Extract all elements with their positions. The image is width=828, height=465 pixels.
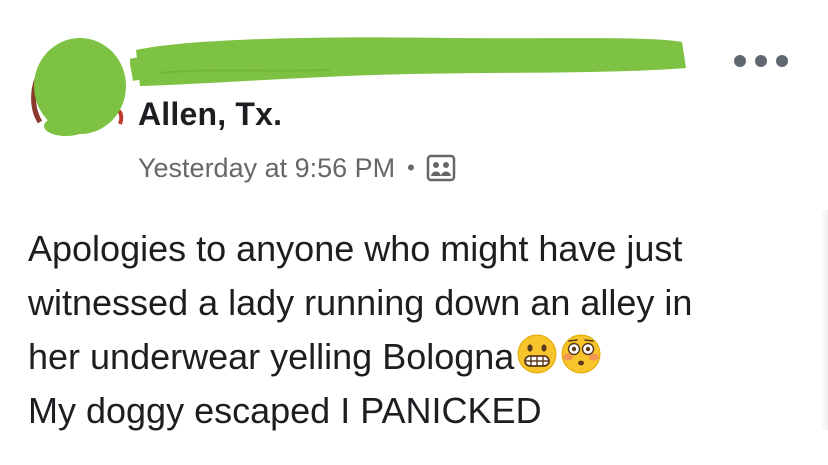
post-location[interactable]: Allen, Tx. (138, 96, 282, 133)
post-body: Apologies to anyone who might have just … (28, 222, 798, 438)
post-line-2: witnessed a lady running down an alley i… (28, 282, 693, 323)
post-card: Allen, Tx. Yesterday at 9:56 PM • Apolog… (0, 0, 828, 465)
post-line-3-container: her underwear yelling Bologna (28, 330, 798, 384)
post-timestamp[interactable]: Yesterday at 9:56 PM (138, 153, 395, 184)
meta-separator: • (407, 155, 415, 180)
grimacing-face-emoji (516, 333, 558, 375)
flushed-face-emoji (560, 333, 602, 375)
scroll-edge (820, 210, 828, 430)
avatar-redacted[interactable] (26, 36, 130, 140)
post-line-3: her underwear yelling Bologna (28, 336, 515, 377)
more-dot (734, 55, 746, 67)
more-dot (776, 55, 788, 67)
post-line-1: Apologies to anyone who might have just (28, 228, 683, 269)
public-group-icon[interactable] (425, 152, 457, 184)
more-dot (755, 55, 767, 67)
more-options-icon[interactable] (734, 48, 788, 74)
name-redaction (130, 28, 690, 90)
post-meta: Yesterday at 9:56 PM • (138, 148, 457, 188)
post-line-4: My doggy escaped I PANICKED (28, 390, 542, 431)
